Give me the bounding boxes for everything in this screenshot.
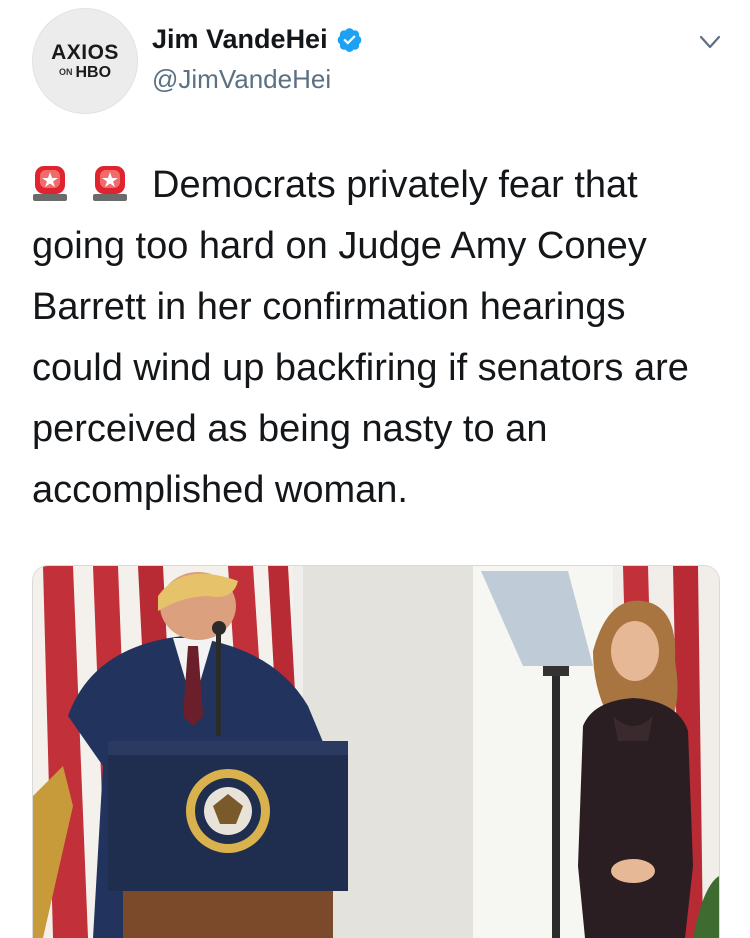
avatar[interactable]: AXIOS ON HBO bbox=[32, 8, 138, 114]
tweet-body: Democrats privately fear that going too … bbox=[32, 164, 689, 511]
handle[interactable]: @JimVandeHei bbox=[152, 64, 331, 95]
avatar-sub-small: ON bbox=[58, 66, 73, 77]
verified-badge-icon bbox=[337, 28, 361, 52]
photo-illustration bbox=[33, 566, 719, 938]
police-siren-icon bbox=[93, 166, 127, 201]
tweet-text: Democrats privately fear that going too … bbox=[32, 155, 722, 521]
avatar-sub-large: HBO bbox=[75, 63, 112, 81]
tweet-header: AXIOS ON HBO Jim VandeHei @JimVandeHei bbox=[0, 0, 750, 130]
podium bbox=[108, 741, 348, 938]
display-name[interactable]: Jim VandeHei bbox=[152, 24, 328, 55]
avatar-brand: AXIOS bbox=[51, 40, 119, 64]
name-row: Jim VandeHei bbox=[152, 24, 363, 55]
police-siren-icon bbox=[33, 166, 67, 201]
tweet-photo[interactable] bbox=[32, 565, 720, 938]
avatar-sub: ON HBO bbox=[58, 63, 112, 81]
chevron-down-icon[interactable] bbox=[698, 30, 722, 54]
